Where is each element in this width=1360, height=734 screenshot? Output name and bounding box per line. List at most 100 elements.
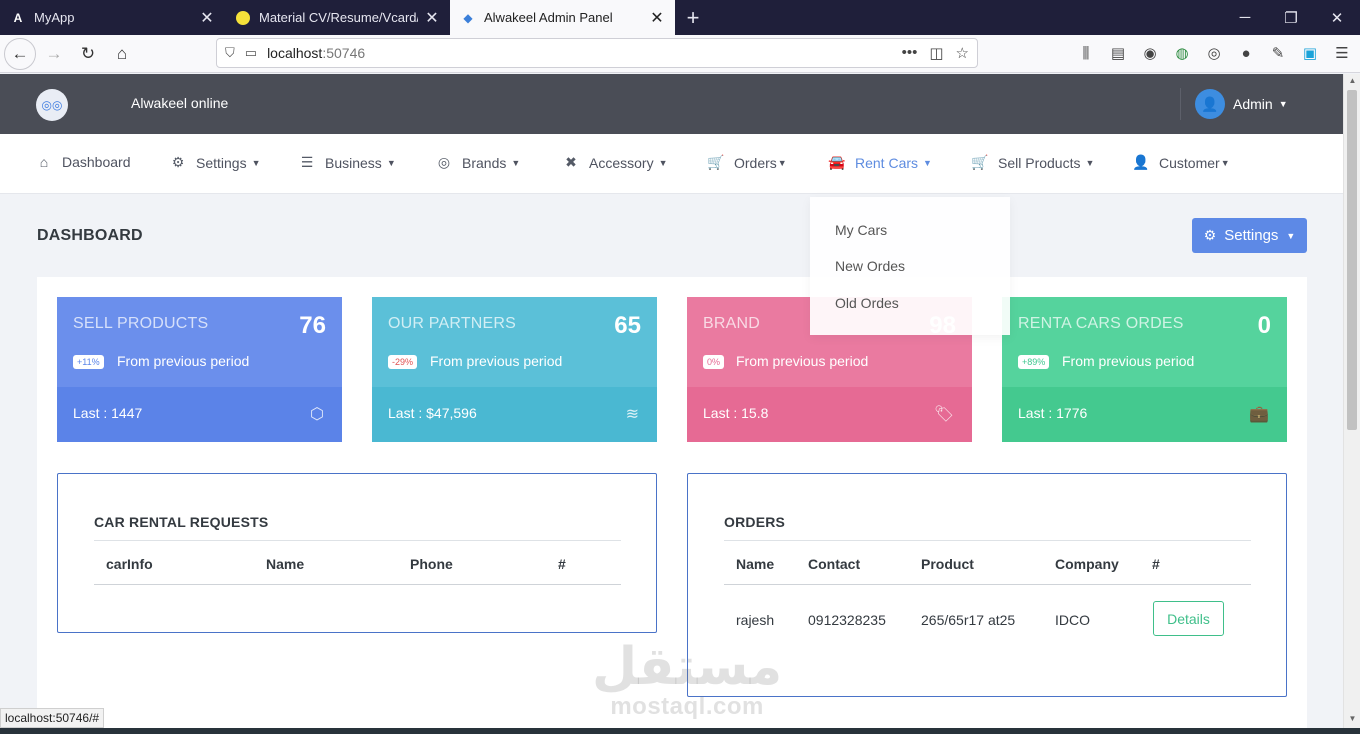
tab-label: Alwakeel Admin Panel bbox=[484, 10, 613, 25]
column-header[interactable]: Name bbox=[736, 556, 774, 572]
briefcase-icon: 💼 bbox=[1249, 406, 1269, 423]
cart-plus-icon: 🛒 bbox=[971, 154, 989, 170]
chevron-down-icon: ▼ bbox=[251, 157, 261, 168]
browser-tab-material-cv[interactable]: Material CV/Resume/Vcard/Por ✕ bbox=[225, 0, 450, 35]
vertical-scrollbar[interactable]: ▲ ▼ bbox=[1343, 74, 1360, 728]
scroll-up-icon[interactable]: ▲ bbox=[1344, 76, 1360, 90]
browser-tab-alwakeel[interactable]: ◆ Alwakeel Admin Panel ✕ bbox=[450, 0, 675, 35]
close-icon[interactable]: ✕ bbox=[199, 10, 215, 27]
app-logo[interactable]: ◎◎ bbox=[36, 89, 68, 121]
tab-label: MyApp bbox=[34, 10, 75, 25]
extension-icon[interactable]: ● bbox=[1236, 45, 1256, 62]
table-title: CAR RENTAL REQUESTS bbox=[94, 514, 269, 530]
menu-label: Sell Products bbox=[998, 154, 1081, 171]
menu-item-sell-products[interactable]: 🛒 Sell Products ▼ bbox=[971, 154, 1094, 171]
close-icon[interactable]: ✕ bbox=[649, 10, 665, 27]
menu-item-brands[interactable]: ◎ Brands ▼ bbox=[436, 154, 520, 171]
menu-label: Business bbox=[325, 154, 382, 171]
browser-tab-myapp[interactable]: A MyApp ✕ bbox=[0, 0, 225, 35]
card-top: SELL PRODUCTS 76 +11% From previous peri… bbox=[57, 297, 342, 387]
extension-icon[interactable]: ◎ bbox=[1204, 44, 1224, 62]
url-text[interactable]: localhost:50746 bbox=[267, 45, 902, 61]
column-header[interactable]: # bbox=[1152, 556, 1160, 572]
list-icon: ☰ bbox=[300, 154, 314, 170]
chevron-down-icon: ▼ bbox=[1220, 157, 1230, 168]
restore-icon[interactable]: ❐ bbox=[1268, 0, 1314, 35]
divider bbox=[724, 584, 1251, 585]
change-badge: 0% bbox=[703, 355, 725, 369]
change-badge: -29% bbox=[388, 355, 418, 369]
main-menu: ⌂ Dashboard ⚙ Settings ▼ ☰ Business ▼ ◎ … bbox=[0, 134, 1343, 194]
tag-icon: 🏷 bbox=[933, 406, 954, 423]
scroll-down-icon[interactable]: ▼ bbox=[1344, 714, 1360, 728]
divider bbox=[724, 540, 1251, 541]
column-header[interactable]: Product bbox=[921, 556, 974, 572]
circle-icon bbox=[235, 10, 251, 26]
cube-icon: ⬡ bbox=[310, 406, 324, 423]
card-label: SELL PRODUCTS bbox=[73, 315, 209, 332]
column-header[interactable]: # bbox=[558, 556, 566, 572]
settings-dropdown-button[interactable]: ⚙ Settings ▼ bbox=[1192, 218, 1307, 253]
menu-item-settings[interactable]: ⚙ Settings ▼ bbox=[170, 154, 261, 171]
menu-label: Rent Cars bbox=[855, 154, 919, 171]
menu-label: Accessory bbox=[589, 154, 654, 171]
bookmark-star-icon[interactable]: ☆ bbox=[956, 44, 969, 62]
user-gear-icon: 👤 bbox=[1132, 154, 1150, 170]
dropdown-item-new-ordes[interactable]: New Ordes bbox=[835, 258, 905, 274]
home-button[interactable]: ⌂ bbox=[106, 38, 138, 70]
menu-item-rent-cars[interactable]: 🚘 Rent Cars ▼ bbox=[828, 154, 932, 171]
back-button[interactable]: ← bbox=[4, 37, 36, 70]
brand-name: Alwakeel online bbox=[131, 95, 229, 111]
shield-icon[interactable]: ⛉ bbox=[225, 45, 235, 61]
divider bbox=[94, 584, 621, 585]
car-rental-requests-table: CAR RENTAL REQUESTS carInfo Name Phone # bbox=[57, 473, 657, 633]
new-tab-button[interactable]: + bbox=[675, 0, 711, 35]
menu-item-customer[interactable]: 👤 Customer ▼ bbox=[1132, 154, 1230, 171]
page-info-icon[interactable]: ▭ bbox=[245, 45, 257, 61]
library-icon[interactable]: ⫼ bbox=[1076, 45, 1096, 62]
chevron-down-icon: ▼ bbox=[923, 157, 932, 168]
menu-icon[interactable]: ☰ bbox=[1332, 44, 1352, 62]
card-bottom: Last : 1776 💼 bbox=[1002, 387, 1287, 442]
close-icon[interactable]: ✕ bbox=[424, 10, 440, 27]
user-menu[interactable]: 👤 Admin ▼ bbox=[1195, 89, 1288, 119]
scrollbar-thumb[interactable] bbox=[1347, 90, 1357, 430]
cell-name: rajesh bbox=[736, 612, 775, 628]
column-header[interactable]: Contact bbox=[808, 556, 860, 572]
menu-item-dashboard[interactable]: ⌂ Dashboard bbox=[36, 154, 131, 170]
menu-item-accessory[interactable]: ✖ Accessory ▼ bbox=[563, 154, 667, 171]
account-icon[interactable]: ◉ bbox=[1140, 44, 1160, 62]
extension-icon[interactable]: ▣ bbox=[1300, 44, 1320, 62]
column-header[interactable]: Phone bbox=[410, 556, 453, 572]
diamond-icon: ◆ bbox=[463, 10, 473, 25]
menu-item-business[interactable]: ☰ Business ▼ bbox=[299, 154, 396, 171]
address-bar[interactable]: ⛉ ▭ localhost:50746 ••• ◫ ☆ bbox=[216, 38, 978, 68]
card-label: OUR PARTNERS bbox=[388, 315, 517, 332]
table-title: ORDERS bbox=[724, 514, 786, 530]
stat-card-renta-cars-ordes: RENTA CARS ORDES 0 +89% From previous pe… bbox=[1002, 297, 1287, 442]
translate-icon[interactable]: ◍ bbox=[1172, 44, 1192, 62]
close-window-icon[interactable]: ✕ bbox=[1314, 0, 1360, 35]
forward-button[interactable]: → bbox=[38, 38, 70, 70]
minimize-icon[interactable]: ─ bbox=[1222, 0, 1268, 35]
column-header[interactable]: Company bbox=[1055, 556, 1119, 572]
dropdown-item-old-ordes[interactable]: Old Ordes bbox=[835, 295, 899, 311]
chevron-down-icon: ▼ bbox=[777, 157, 787, 168]
divider bbox=[94, 540, 621, 541]
sidebar-icon[interactable]: ▤ bbox=[1108, 44, 1128, 62]
column-header[interactable]: Name bbox=[266, 556, 304, 572]
menu-item-orders[interactable]: 🛒 Orders ▼ bbox=[707, 154, 787, 171]
pocket-icon[interactable]: ◫ bbox=[929, 44, 943, 62]
dropdown-item-my-cars[interactable]: My Cars bbox=[835, 222, 887, 238]
top-header: ◎◎ Alwakeel online 👤 Admin ▼ bbox=[0, 74, 1343, 134]
eyedropper-icon[interactable]: ✎ bbox=[1268, 44, 1288, 62]
layers-icon: ≋ bbox=[625, 406, 639, 423]
column-header[interactable]: carInfo bbox=[106, 556, 153, 572]
status-url: localhost:50746/# bbox=[0, 708, 105, 728]
card-period: From previous period bbox=[1062, 353, 1195, 369]
details-button[interactable]: Details bbox=[1153, 601, 1224, 636]
card-period: From previous period bbox=[736, 353, 869, 369]
more-icon[interactable]: ••• bbox=[902, 44, 918, 62]
reload-button[interactable]: ↻ bbox=[72, 38, 104, 70]
menu-label: Customer bbox=[1159, 154, 1220, 171]
